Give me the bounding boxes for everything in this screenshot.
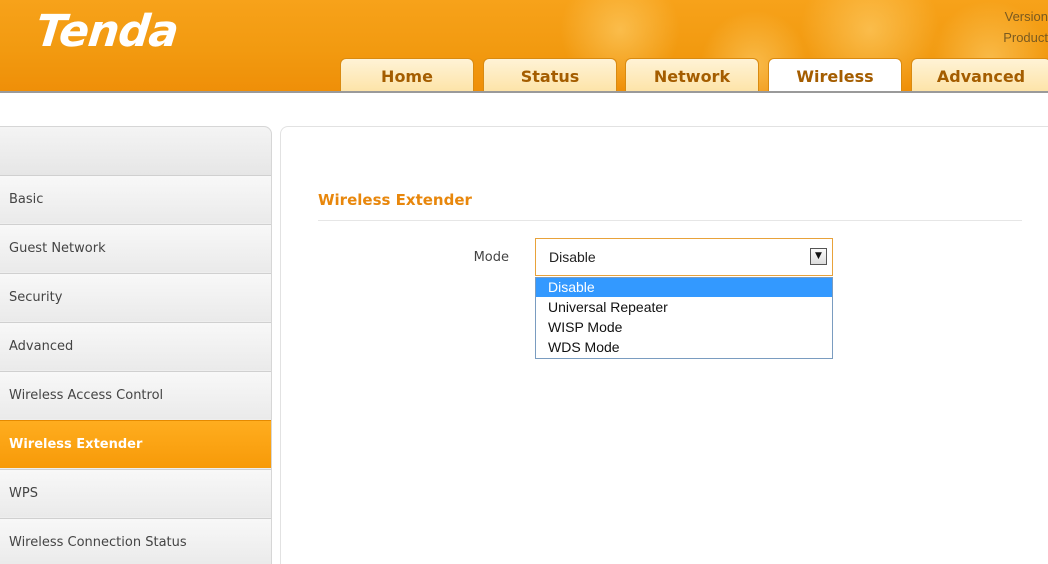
sidebar-item-wireless-connection-status[interactable]: Wireless Connection Status — [0, 518, 271, 564]
sidebar-item-wps[interactable]: WPS — [0, 469, 271, 517]
tab-status[interactable]: Status — [483, 58, 617, 91]
sidebar-item-wireless-extender[interactable]: Wireless Extender — [0, 420, 271, 468]
sidebar-item-security[interactable]: Security — [0, 273, 271, 321]
chevron-down-icon[interactable]: ▼ — [810, 248, 827, 265]
mode-select-value: Disable — [549, 249, 596, 265]
tab-network[interactable]: Network — [625, 58, 759, 91]
mode-option-wisp-mode[interactable]: WISP Mode — [536, 318, 832, 337]
mode-select[interactable]: Disable ▼ — [535, 238, 833, 276]
sidebar-menu: Basic Guest Network Security Advanced Wi… — [0, 126, 272, 564]
sidebar-item-advanced[interactable]: Advanced — [0, 322, 271, 370]
sidebar-item-guest-network[interactable]: Guest Network — [0, 224, 271, 272]
mode-option-universal-repeater[interactable]: Universal Repeater — [536, 298, 832, 317]
version-label: Version — [1004, 9, 1048, 24]
section-divider — [318, 220, 1022, 221]
tenda-logo: Tenda — [33, 6, 181, 57]
section-title: Wireless Extender — [318, 191, 472, 209]
mode-dropdown-list: Disable Universal Repeater WISP Mode WDS… — [535, 277, 833, 359]
product-label: Product — [1003, 30, 1048, 45]
content-panel: Wireless Extender Mode Disable ▼ Disable… — [280, 126, 1048, 564]
sidebar-item-wireless-access-control[interactable]: Wireless Access Control — [0, 371, 271, 419]
mode-option-wds-mode[interactable]: WDS Mode — [536, 338, 832, 357]
tab-advanced[interactable]: Advanced — [911, 58, 1048, 91]
mode-option-disable[interactable]: Disable — [536, 278, 832, 297]
sidebar-header — [0, 127, 271, 175]
tab-wireless[interactable]: Wireless — [768, 58, 902, 91]
sidebar-item-basic[interactable]: Basic — [0, 175, 271, 223]
mode-label: Mode — [473, 250, 509, 265]
tab-home[interactable]: Home — [340, 58, 474, 91]
device-info: Version Product — [1003, 6, 1048, 48]
header-bar: Tenda Version Product Home Status Networ… — [0, 0, 1048, 93]
